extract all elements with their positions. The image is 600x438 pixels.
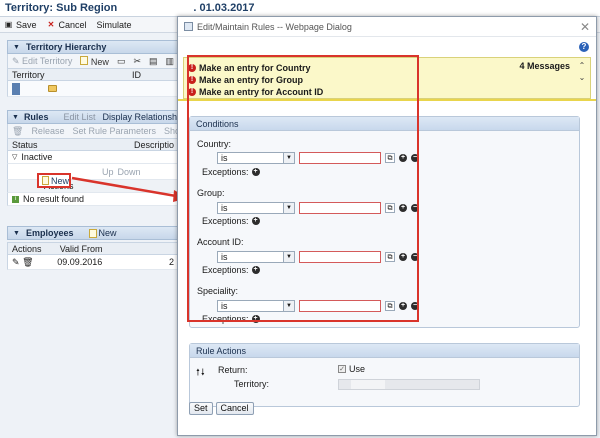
column-actions[interactable]: Actions [12, 244, 60, 254]
new-territory-button[interactable]: New [80, 55, 109, 67]
territory-hierarchy-header[interactable]: ▼ Territory Hierarchy [7, 40, 179, 54]
territory-hierarchy-panel: ▼ Territory Hierarchy ✎ Edit Territory N… [7, 40, 179, 97]
move-down-icon[interactable]: 🠗 [201, 367, 206, 377]
new-employee-button[interactable]: New [88, 228, 117, 238]
edit-territory-button[interactable]: ✎ Edit Territory [12, 56, 72, 67]
hierarchy-toolbar: ✎ Edit Territory New ▭ ✂ ▤ ▥ U [7, 54, 179, 68]
copy-icon[interactable]: ▭ [117, 56, 126, 67]
arrow-icon [71, 176, 188, 202]
collapse-icon[interactable]: ▼ [12, 43, 21, 52]
new-rule-button[interactable]: New [37, 173, 71, 188]
chevron-down-icon[interactable]: ⌄ [576, 72, 588, 84]
use-checkbox-field: ✓ Use [338, 364, 366, 374]
page-title: Territory: Sub Region . 01.03.2017 [0, 0, 600, 17]
new-doc-icon [42, 176, 49, 185]
release-button[interactable]: Release [31, 126, 64, 136]
territory-label: Territory: [234, 379, 270, 389]
employees-header: ▼ Employees New [7, 226, 179, 240]
close-icon: ✕ [47, 20, 55, 29]
delete-icon[interactable]: 🗑 [12, 126, 23, 137]
save-button[interactable]: ▣ Save [4, 20, 37, 30]
tab-edit-list[interactable]: Edit List [63, 112, 95, 122]
more-icon[interactable]: ▥ [166, 56, 175, 67]
message-scroller[interactable]: ⌃ ⌄ [576, 60, 588, 96]
rules-group-row[interactable]: ▽ Inactive [7, 151, 179, 164]
cancel-button[interactable]: ✕ Cancel [47, 20, 87, 30]
dialog-buttons: Set Cancel [189, 402, 254, 415]
set-rule-parameters-button[interactable]: Set Rule Parameters [72, 126, 156, 136]
simulate-button[interactable]: Simulate [97, 20, 132, 30]
chevron-up-icon[interactable]: ⌃ [576, 60, 588, 72]
table-row[interactable]: ✎ 🗑 09.09.2016 2 [7, 255, 179, 270]
collapse-icon[interactable]: ▼ [12, 229, 21, 238]
set-button[interactable]: Set [189, 402, 213, 415]
column-id[interactable]: ID [132, 70, 141, 80]
highlight-box [187, 55, 419, 322]
info-icon: i [12, 195, 19, 203]
rules-column-headers: Status Descriptio [7, 138, 179, 151]
territory-input[interactable] [338, 379, 480, 390]
new-doc-icon [80, 55, 89, 65]
tab-display-relationships[interactable]: Display Relationships [102, 112, 188, 122]
close-icon[interactable]: ✕ [580, 20, 590, 34]
column-status[interactable]: Status [12, 140, 134, 150]
edit-rules-dialog: Edit/Maintain Rules -- Webpage Dialog ✕ … [177, 16, 597, 436]
delete-icon[interactable]: 🗑 [22, 257, 33, 267]
cut-icon[interactable]: ✂ [133, 56, 141, 67]
employees-panel: ▼ Employees New Actions Valid From ✎ 🗑 0… [7, 226, 179, 270]
row-selector[interactable] [12, 82, 20, 95]
paste-icon[interactable]: ▤ [149, 56, 158, 67]
message-count: 4 Messages [519, 61, 570, 71]
expand-icon[interactable]: ▽ [12, 153, 17, 161]
dialog-title-bar[interactable]: Edit/Maintain Rules -- Webpage Dialog [178, 17, 596, 37]
help-icon[interactable]: ? [579, 42, 589, 52]
cancel-button[interactable]: Cancel [215, 402, 254, 415]
rules-toolbar: 🗑 Release Set Rule Parameters Sho [7, 124, 179, 138]
edit-icon[interactable]: ✎ [12, 257, 20, 267]
window-icon [184, 22, 193, 31]
rule-actions-section: Rule Actions 🠕🠗 Return: ✓ Use Territory: [189, 343, 580, 407]
save-icon: ▣ [4, 20, 13, 29]
new-doc-icon [88, 228, 97, 238]
return-label: Return: [218, 365, 248, 375]
rule-actions-header: Rule Actions [190, 344, 579, 358]
table-row[interactable] [7, 81, 179, 97]
use-checkbox[interactable]: ✓ [338, 365, 346, 373]
employees-column-headers: Actions Valid From [7, 242, 179, 255]
hierarchy-column-headers: Territory ID [7, 68, 179, 81]
column-territory[interactable]: Territory [12, 70, 132, 80]
column-valid-from[interactable]: Valid From [60, 244, 174, 254]
column-description[interactable]: Descriptio [134, 140, 174, 150]
folder-icon [48, 85, 57, 92]
collapse-icon[interactable]: ▼ [12, 113, 19, 122]
rules-header: ▼ Rules Edit List Display Relationships [7, 110, 189, 124]
